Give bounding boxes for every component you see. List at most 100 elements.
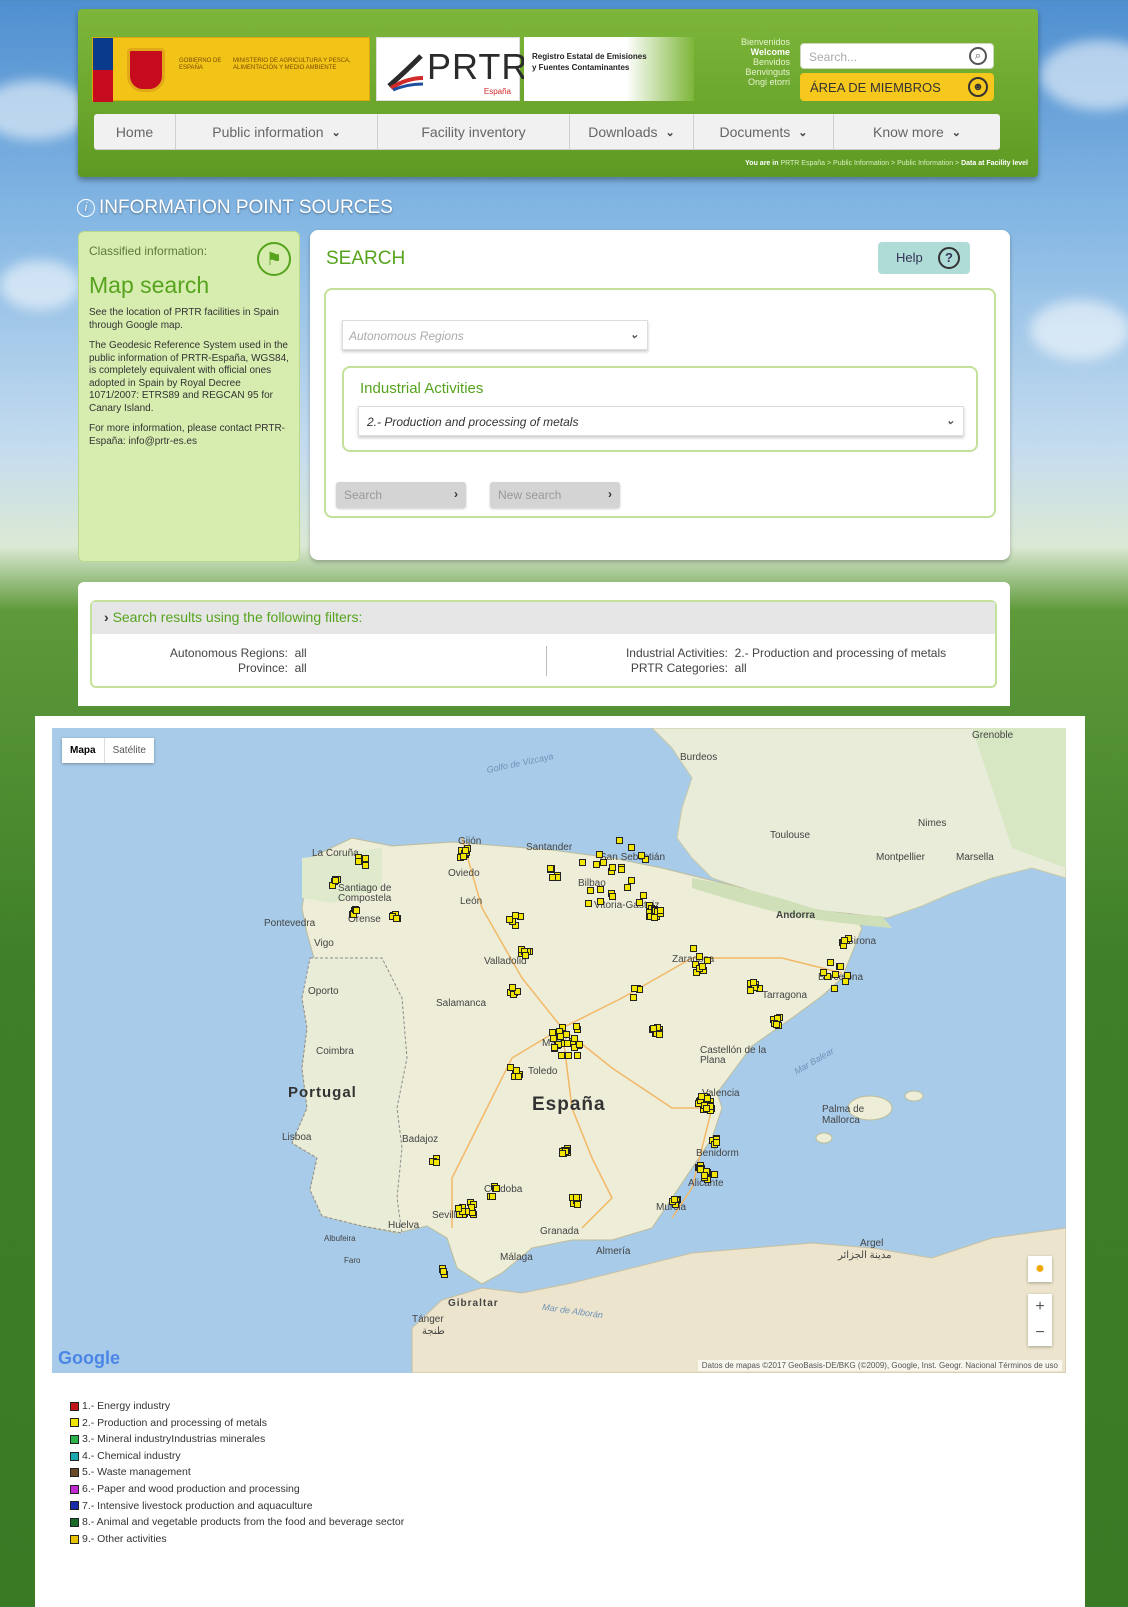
facility-marker[interactable] [564, 1052, 572, 1060]
facility-marker[interactable] [697, 1093, 705, 1101]
facility-marker[interactable] [584, 900, 592, 908]
facility-marker[interactable] [713, 1139, 721, 1147]
facility-marker[interactable] [671, 1195, 679, 1203]
facility-marker[interactable] [550, 1044, 558, 1052]
facility-marker[interactable] [657, 906, 665, 914]
facility-marker[interactable] [558, 1149, 566, 1157]
prtr-logo[interactable]: PRTR España [376, 37, 527, 101]
facility-marker[interactable] [747, 986, 755, 994]
autonomous-regions-select[interactable]: Autonomous Regions ⌄ [342, 320, 648, 350]
facility-marker[interactable] [461, 847, 469, 855]
facility-marker[interactable] [701, 1172, 709, 1180]
facility-marker[interactable] [772, 1020, 780, 1028]
facility-marker[interactable] [698, 963, 706, 971]
nav-public-information[interactable]: Public information ⌄ [176, 114, 378, 150]
facility-marker[interactable] [393, 914, 401, 922]
facility-marker[interactable] [696, 953, 704, 961]
facility-marker[interactable] [710, 1171, 718, 1179]
facility-marker[interactable] [651, 914, 659, 922]
facility-marker[interactable] [433, 1159, 441, 1167]
nav-home[interactable]: Home [94, 114, 176, 150]
breadcrumb-item[interactable]: Public Information [833, 160, 889, 167]
facility-marker[interactable] [507, 1064, 515, 1072]
facility-marker[interactable] [573, 1051, 581, 1059]
facility-marker[interactable] [593, 860, 601, 868]
lang-gl[interactable]: Benvidos [718, 57, 790, 67]
facility-marker[interactable] [827, 959, 835, 967]
zoom-in-button[interactable]: + [1028, 1294, 1052, 1320]
facility-marker[interactable] [624, 883, 632, 891]
facility-marker[interactable] [574, 1201, 582, 1209]
facility-map[interactable]: Mapa Satélite España Portugal Burdeos To… [52, 728, 1066, 1373]
members-area-button[interactable]: ÁREA DE MIEMBROS ☻ [800, 73, 994, 101]
facility-marker[interactable] [596, 898, 604, 906]
facility-marker[interactable] [617, 865, 625, 873]
facility-marker[interactable] [573, 1193, 581, 1201]
facility-marker[interactable] [459, 853, 467, 861]
nav-downloads[interactable]: Downloads ⌄ [570, 114, 694, 150]
facility-marker[interactable] [556, 1032, 564, 1040]
results-heading[interactable]: › Search results using the following fil… [92, 602, 995, 634]
facility-marker[interactable] [506, 916, 514, 924]
lang-es[interactable]: Bienvenidos [718, 37, 790, 47]
facility-marker[interactable] [547, 864, 555, 872]
nav-know-more[interactable]: Know more ⌄ [834, 114, 1000, 150]
facility-marker[interactable] [844, 972, 852, 980]
nav-documents[interactable]: Documents ⌄ [694, 114, 834, 150]
breadcrumb-item[interactable]: Public Information [897, 160, 953, 167]
facility-marker[interactable] [649, 1025, 657, 1033]
facility-marker[interactable] [840, 937, 848, 945]
facility-marker[interactable] [690, 944, 698, 952]
lang-ca[interactable]: Benvinguts [718, 67, 790, 77]
facility-marker[interactable] [638, 852, 646, 860]
facility-marker[interactable] [563, 1040, 571, 1048]
facility-marker[interactable] [596, 885, 604, 893]
facility-marker[interactable] [600, 858, 608, 866]
facility-marker[interactable] [832, 970, 840, 978]
facility-marker[interactable] [572, 1023, 580, 1031]
facility-marker[interactable] [550, 1034, 558, 1042]
street-view-pegman-icon[interactable]: ● [1028, 1256, 1052, 1282]
facility-marker[interactable] [332, 876, 340, 884]
facility-marker[interactable] [362, 855, 369, 863]
lang-eu[interactable]: Ongi etorri [718, 77, 790, 87]
lang-en[interactable]: Welcome [718, 47, 790, 57]
facility-marker[interactable] [608, 863, 616, 871]
government-logo[interactable]: GOBIERNO DE ESPAÑA MINISTERIO DE AGRICUL… [92, 37, 370, 102]
facility-marker[interactable] [831, 984, 839, 992]
facility-marker[interactable] [629, 993, 637, 1001]
map-type-map[interactable]: Mapa [62, 738, 104, 763]
map-type-satellite[interactable]: Satélite [103, 738, 154, 763]
facility-marker[interactable] [521, 951, 529, 959]
facility-marker[interactable] [549, 873, 557, 881]
site-search-input[interactable]: Search... ⌕ [800, 43, 994, 69]
breadcrumb-item[interactable]: PRTR España [780, 160, 825, 167]
facility-marker[interactable] [489, 1192, 497, 1200]
zoom-out-button[interactable]: − [1028, 1320, 1052, 1346]
facility-marker[interactable] [454, 1205, 462, 1213]
facility-marker[interactable] [656, 1031, 664, 1039]
search-icon[interactable]: ⌕ [969, 47, 987, 65]
map-attribution[interactable]: Datos de mapas ©2017 GeoBasis-DE/BKG (©2… [697, 1360, 1062, 1371]
facility-marker[interactable] [509, 984, 517, 992]
facility-marker[interactable] [514, 1072, 522, 1080]
facility-marker[interactable] [635, 898, 643, 906]
facility-marker[interactable] [703, 1094, 711, 1102]
facility-marker[interactable] [440, 1268, 448, 1276]
facility-marker[interactable] [576, 1041, 584, 1049]
search-button[interactable]: Search › [336, 482, 466, 508]
facility-marker[interactable] [352, 907, 360, 915]
facility-marker[interactable] [640, 891, 648, 899]
facility-marker[interactable] [361, 862, 369, 870]
new-search-button[interactable]: New search › [490, 482, 620, 508]
facility-marker[interactable] [493, 1185, 501, 1193]
facility-marker[interactable] [615, 836, 623, 844]
facility-marker[interactable] [836, 963, 844, 971]
facility-marker[interactable] [587, 887, 595, 895]
facility-marker[interactable] [819, 969, 827, 977]
facility-marker[interactable] [702, 1105, 710, 1113]
facility-marker[interactable] [628, 843, 636, 851]
industrial-activities-select[interactable]: 2.- Production and processing of metals … [358, 406, 964, 436]
facility-marker[interactable] [579, 858, 587, 866]
facility-marker[interactable] [750, 978, 758, 986]
